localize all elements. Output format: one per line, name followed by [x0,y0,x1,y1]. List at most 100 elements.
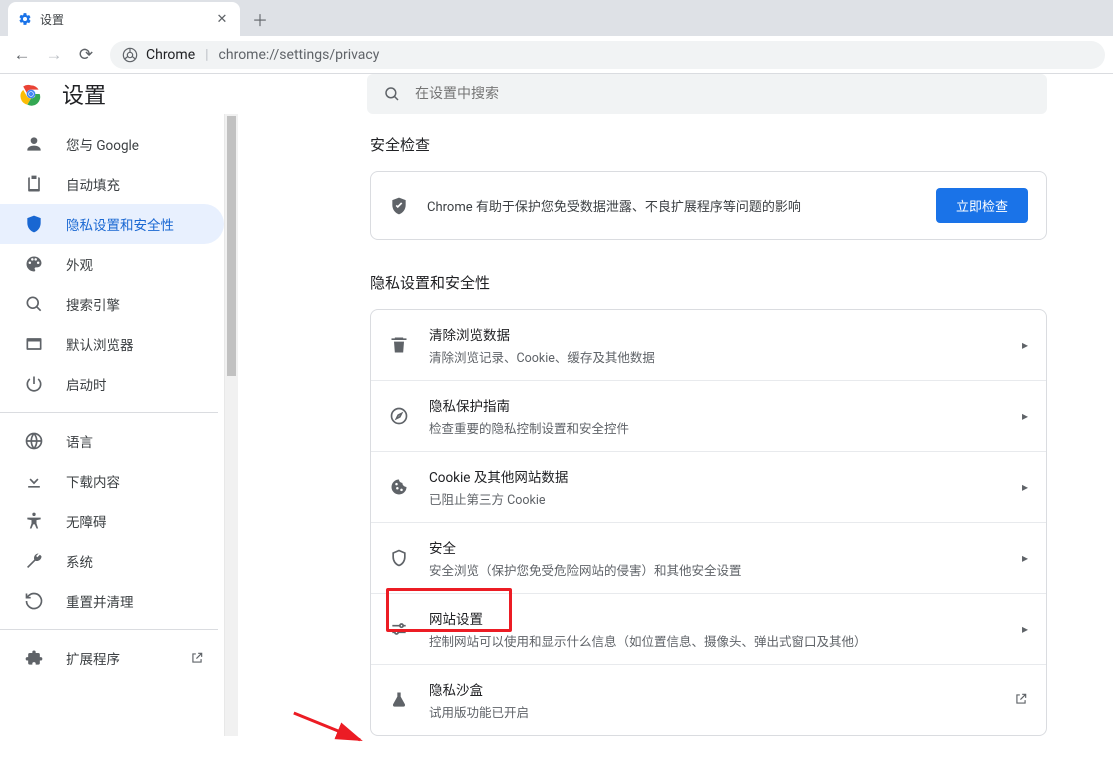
sidebar-label: 启动时 [66,374,107,394]
sidebar-scrollbar[interactable] [224,114,238,736]
list-item-site-settings[interactable]: 网站设置控制网站可以使用和显示什么信息（如位置信息、摄像头、弹出式窗口及其他） … [371,593,1046,664]
sidebar-item-search[interactable]: 搜索引擎 [0,284,224,324]
sidebar-label: 下载内容 [66,471,120,491]
reload-button[interactable]: ⟳ [72,41,100,69]
li-title: 隐私保护指南 [429,395,1002,415]
chrome-logo [18,81,44,107]
sidebar-item-extensions[interactable]: 扩展程序 [0,638,224,678]
sidebar-item-downloads[interactable]: 下载内容 [0,461,224,501]
chevron-right-icon: ▸ [1022,622,1028,636]
palette-icon [24,254,44,274]
sidebar-label: 自动填充 [66,174,120,194]
list-item-cookies[interactable]: Cookie 及其他网站数据已阻止第三方 Cookie ▸ [371,451,1046,522]
globe-icon [24,431,44,451]
li-sub: 试用版功能已开启 [429,702,994,721]
trash-icon [389,335,409,355]
list-item-security[interactable]: 安全安全浏览（保护您免受危险网站的侵害）和其他安全设置 ▸ [371,522,1046,593]
sidebar-label: 搜索引擎 [66,294,120,314]
sidebar-item-privacy[interactable]: 隐私设置和安全性 [0,204,224,244]
list-item-privacy-guide[interactable]: 隐私保护指南检查重要的隐私控制设置和安全控件 ▸ [371,380,1046,451]
sidebar-item-startup[interactable]: 启动时 [0,364,224,404]
sidebar-item-reset[interactable]: 重置并清理 [0,581,224,621]
divider [0,629,218,630]
search-input[interactable] [415,86,1031,102]
wrench-icon [24,551,44,571]
clipboard-icon [24,174,44,194]
li-sub: 控制网站可以使用和显示什么信息（如位置信息、摄像头、弹出式窗口及其他） [429,631,1002,650]
sidebar-label: 语言 [66,431,93,451]
li-title: 安全 [429,537,1002,557]
sidebar-label: 重置并清理 [66,591,134,611]
gear-icon [18,12,32,26]
chevron-right-icon: ▸ [1022,551,1028,565]
browser-toolbar: ← → ⟳ Chrome | chrome://settings/privacy [0,36,1113,74]
sidebar-item-autofill[interactable]: 自动填充 [0,164,224,204]
li-title: Cookie 及其他网站数据 [429,466,1002,486]
close-icon[interactable]: ✕ [214,11,230,27]
settings-search[interactable] [367,74,1047,114]
check-now-button[interactable]: 立即检查 [936,188,1028,223]
compass-icon [389,406,409,426]
privacy-list: 清除浏览数据清除浏览记录、Cookie、缓存及其他数据 ▸ 隐私保护指南检查重要… [370,309,1047,736]
omnibox-label: Chrome [146,47,195,63]
tab-settings[interactable]: 设置 ✕ [8,2,240,36]
back-button[interactable]: ← [8,41,36,69]
sidebar-item-you-and-google[interactable]: 您与 Google [0,124,224,164]
content-area: 设置 您与 Google 自动填充 隐私设置和安全性 外观 [0,74,1113,700]
li-sub: 安全浏览（保护您免受危险网站的侵害）和其他安全设置 [429,560,1002,579]
sidebar-label: 隐私设置和安全性 [66,214,174,234]
divider [0,412,218,413]
accessibility-icon [24,511,44,531]
omnibox-url: chrome://settings/privacy [219,47,380,63]
search-icon [24,294,44,314]
sidebar-label: 您与 Google [66,134,139,154]
sidebar-item-system[interactable]: 系统 [0,541,224,581]
page-header: 设置 [0,74,1113,114]
power-icon [24,374,44,394]
page-title: 设置 [62,78,106,110]
search-icon [383,85,401,103]
sidebar: 您与 Google 自动填充 隐私设置和安全性 外观 搜索引擎 默认浏览器 [0,114,238,736]
li-title: 隐私沙盒 [429,679,994,699]
sidebar-item-language[interactable]: 语言 [0,421,224,461]
li-sub: 检查重要的隐私控制设置和安全控件 [429,418,1002,437]
li-title: 网站设置 [429,608,1002,628]
sliders-icon [389,619,409,639]
omnibox-sep: | [205,47,208,63]
sidebar-label: 扩展程序 [66,648,120,668]
tab-bar: 设置 ✕ ＋ [0,0,1113,36]
person-icon [24,134,44,154]
scrollbar-thumb[interactable] [227,116,236,376]
sidebar-item-default-browser[interactable]: 默认浏览器 [0,324,224,364]
external-link-icon [1014,692,1028,709]
sidebar-item-appearance[interactable]: 外观 [0,244,224,284]
section-title-safety: 安全检查 [370,134,1047,155]
sidebar-label: 系统 [66,551,93,571]
li-sub: 清除浏览记录、Cookie、缓存及其他数据 [429,347,1002,366]
tab-title: 设置 [40,11,206,28]
download-icon [24,471,44,491]
li-title: 清除浏览数据 [429,324,1002,344]
chevron-right-icon: ▸ [1022,338,1028,352]
shield-check-icon [389,196,409,216]
safety-check-card: Chrome 有助于保护您免受数据泄露、不良扩展程序等问题的影响 立即检查 [370,171,1047,240]
external-link-icon [190,651,204,665]
new-tab-button[interactable]: ＋ [246,5,274,33]
cookie-icon [389,477,409,497]
sidebar-label: 默认浏览器 [66,334,134,354]
chevron-right-icon: ▸ [1022,409,1028,423]
shield-icon [24,214,44,234]
restore-icon [24,591,44,611]
chevron-right-icon: ▸ [1022,480,1028,494]
list-item-clear-data[interactable]: 清除浏览数据清除浏览记录、Cookie、缓存及其他数据 ▸ [371,310,1046,380]
shield-outline-icon [389,548,409,568]
forward-button[interactable]: → [40,41,68,69]
sidebar-item-accessibility[interactable]: 无障碍 [0,501,224,541]
section-title-privacy: 隐私设置和安全性 [370,272,1047,293]
window-icon [24,334,44,354]
chrome-icon [122,47,138,63]
omnibox[interactable]: Chrome | chrome://settings/privacy [110,41,1105,69]
li-sub: 已阻止第三方 Cookie [429,489,1002,508]
safety-message: Chrome 有助于保护您免受数据泄露、不良扩展程序等问题的影响 [427,196,918,215]
puzzle-icon [24,648,44,668]
